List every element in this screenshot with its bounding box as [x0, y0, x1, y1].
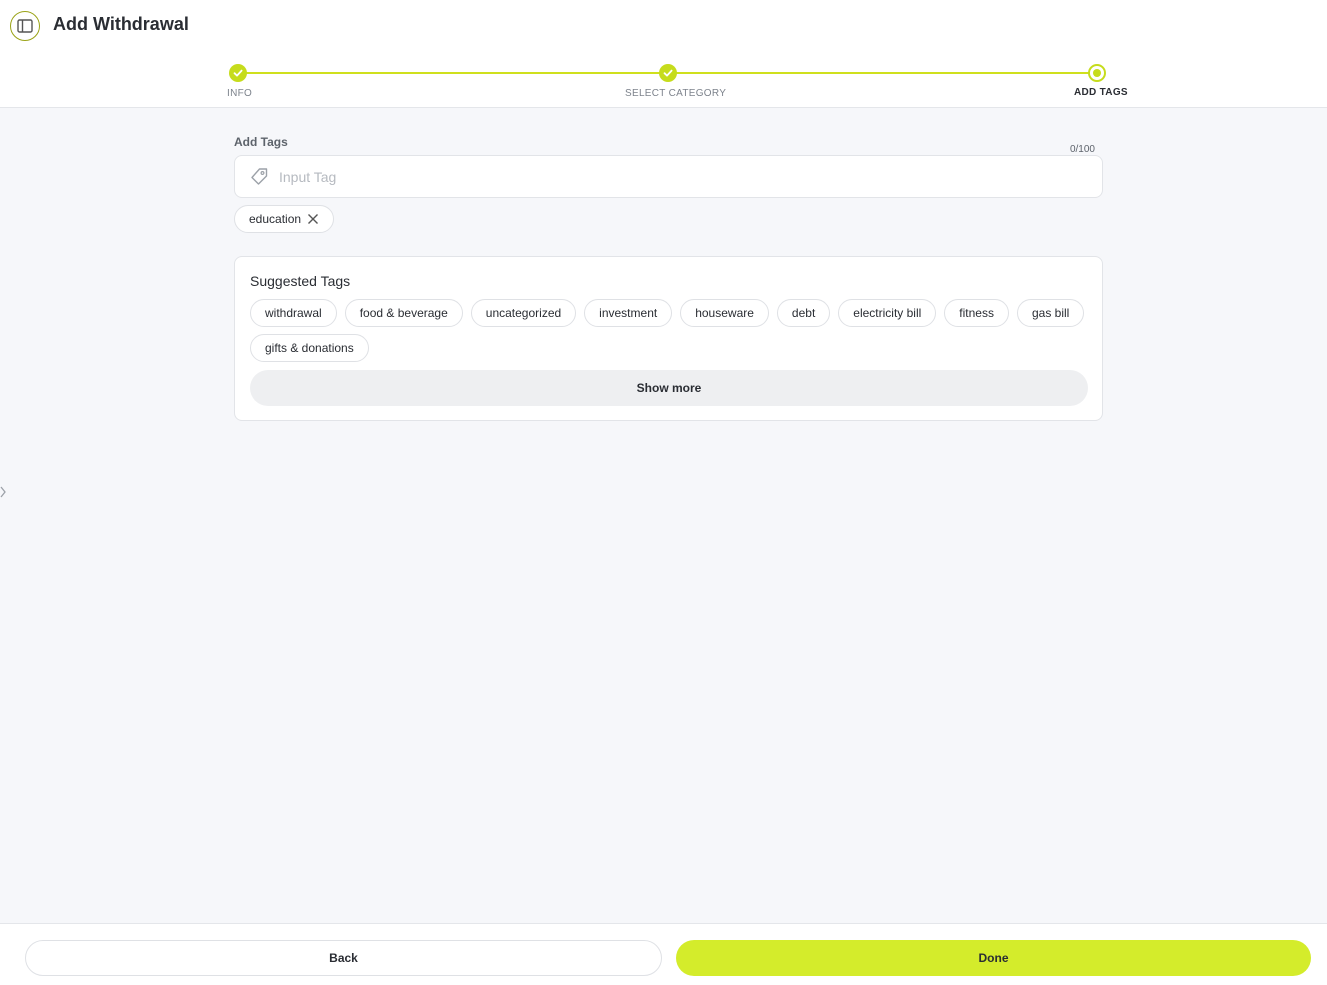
suggested-tag-chip[interactable]: fitness	[944, 299, 1009, 327]
step-dot-select-category[interactable]	[659, 64, 677, 82]
header: Add Withdrawal INFO SELECT CATEGORY ADD …	[0, 0, 1327, 108]
suggested-tag-chip[interactable]: electricity bill	[838, 299, 937, 327]
chevron-right-icon	[0, 486, 6, 498]
suggested-tag-chip[interactable]: food & beverage	[344, 299, 463, 327]
suggested-tags-title: Suggested Tags	[250, 273, 351, 289]
selected-tags: education	[234, 205, 1103, 233]
stepper: INFO SELECT CATEGORY ADD TAGS	[0, 0, 1327, 108]
remove-tag-button[interactable]	[307, 213, 319, 225]
check-icon	[663, 69, 673, 77]
add-tags-label: Add Tags	[234, 135, 288, 149]
step-dot-add-tags[interactable]	[1088, 64, 1106, 82]
tag-input[interactable]	[279, 168, 1059, 185]
tags-section: Add Tags 0/100 education Suggested Tags …	[234, 135, 1103, 421]
suggested-tag-chip[interactable]: uncategorized	[470, 299, 577, 327]
selected-tag-chip: education	[234, 205, 335, 233]
show-more-button[interactable]: Show more	[250, 370, 1088, 406]
suggested-tag-chip[interactable]: withdrawal	[250, 299, 337, 327]
step-line-2	[668, 72, 1097, 74]
tag-counter: 0/100	[1069, 144, 1095, 155]
step-label-info: INFO	[227, 88, 253, 99]
suggested-tag-chip[interactable]: gifts & donations	[250, 334, 369, 362]
footer: Back Done	[0, 923, 1327, 985]
suggested-tag-chip[interactable]: gas bill	[1016, 299, 1085, 327]
done-button[interactable]: Done	[676, 940, 1311, 976]
suggested-tag-chip[interactable]: investment	[584, 299, 673, 327]
check-icon	[233, 69, 243, 77]
step-label-add-tags: ADD TAGS	[1074, 87, 1128, 98]
selected-tag-label: education	[249, 212, 302, 226]
suggested-tag-chip[interactable]: debt	[776, 299, 831, 327]
suggested-tag-chip[interactable]: houseware	[680, 299, 769, 327]
back-button[interactable]: Back	[25, 940, 662, 976]
expand-sidebar-arrow[interactable]	[0, 485, 8, 503]
step-dot-info[interactable]	[229, 64, 247, 82]
step-label-select-category: SELECT CATEGORY	[625, 88, 727, 99]
close-icon	[308, 214, 319, 224]
step-line-1	[238, 72, 668, 74]
tag-input-box[interactable]	[234, 155, 1103, 198]
suggested-tags-list: withdrawal food & beverage uncategorized…	[250, 299, 1087, 362]
suggested-tags-card: Suggested Tags withdrawal food & beverag…	[234, 256, 1103, 421]
tag-icon	[251, 167, 268, 185]
